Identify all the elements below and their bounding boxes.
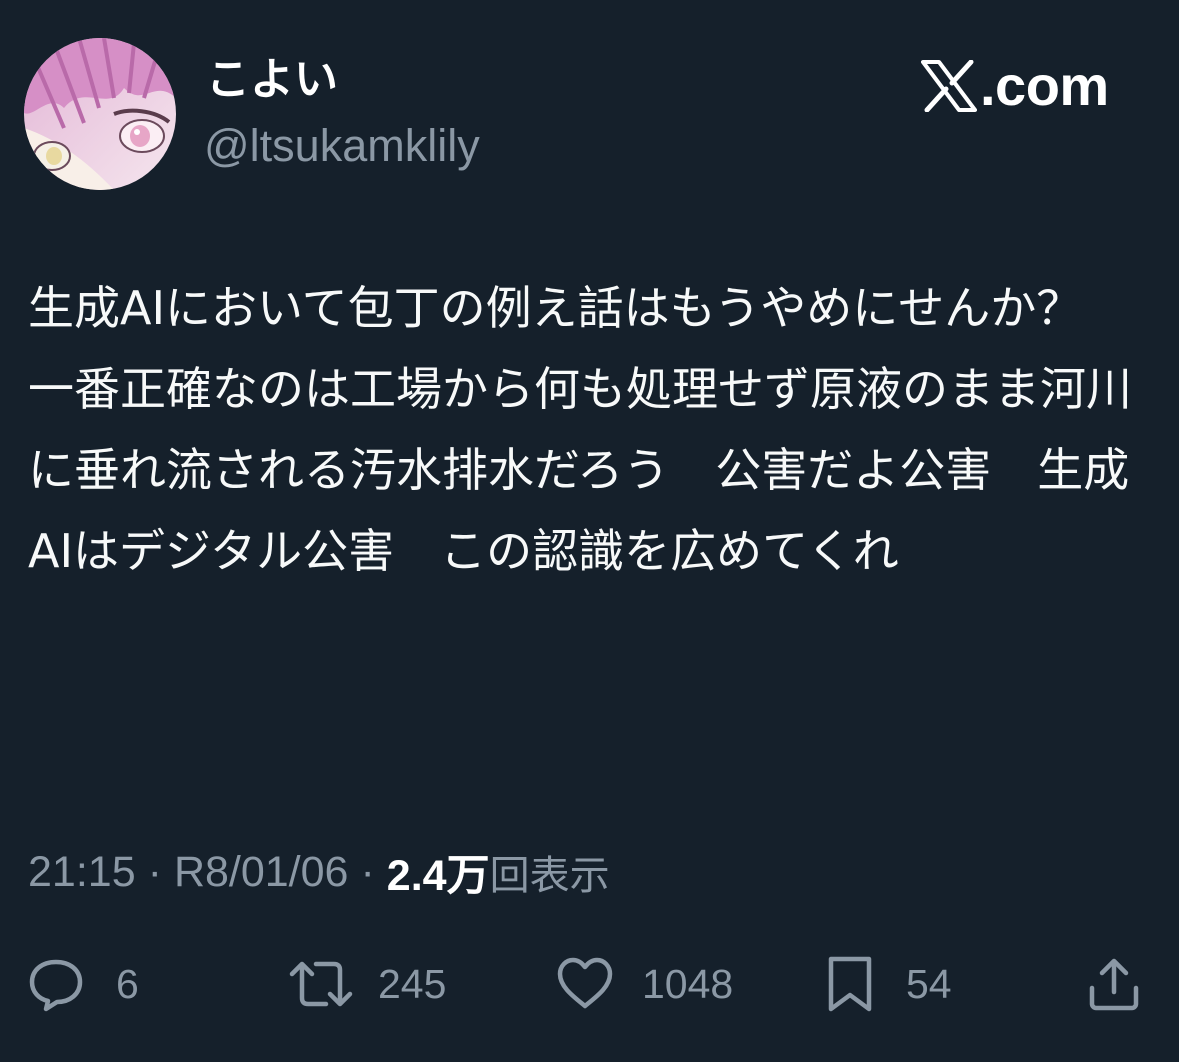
avatar[interactable] [24,38,176,190]
bookmark-button[interactable]: 54 [826,954,952,1014]
tweet-time[interactable]: 21:15 [28,848,136,897]
views-label: 回表示 [489,853,610,899]
like-count: 1048 [642,960,734,1007]
reply-count: 6 [116,960,139,1007]
display-name[interactable]: こよい [206,54,338,106]
heart-icon [557,957,613,1009]
meta-separator: · [147,847,162,896]
x-logo-icon [921,60,977,112]
meta-separator: · [360,847,375,896]
tweet-meta: 21:15 · R8/01/06 · 2.4万 回表示 [28,844,610,901]
reply-bubble-icon [29,959,83,1012]
action-bar: 6 245 1048 54 [0,954,1179,1014]
tweet-text: 生成AIにおいて包丁の例え話はもうやめにせんか？ 一番正確なのは工場から何も処理… [28,281,1132,578]
brand-logo: .com [921,56,1109,116]
retweet-button[interactable]: 245 [288,954,446,1014]
bookmark-count: 54 [906,960,952,1007]
bookmark-icon [828,956,872,1012]
reply-button[interactable]: 6 [28,954,139,1014]
retweet-icon [289,961,353,1007]
share-button[interactable] [1086,954,1142,1014]
tweet-date[interactable]: R8/01/06 [174,848,349,897]
retweet-count: 245 [378,960,447,1007]
views-count: 2.4万 [386,852,490,900]
share-icon [1089,958,1139,1011]
like-button[interactable]: 1048 [556,954,733,1014]
brand-site-text: .com [980,54,1109,117]
user-handle[interactable]: @ltsukamklily [204,120,480,172]
anime-avatar-icon [24,38,176,190]
